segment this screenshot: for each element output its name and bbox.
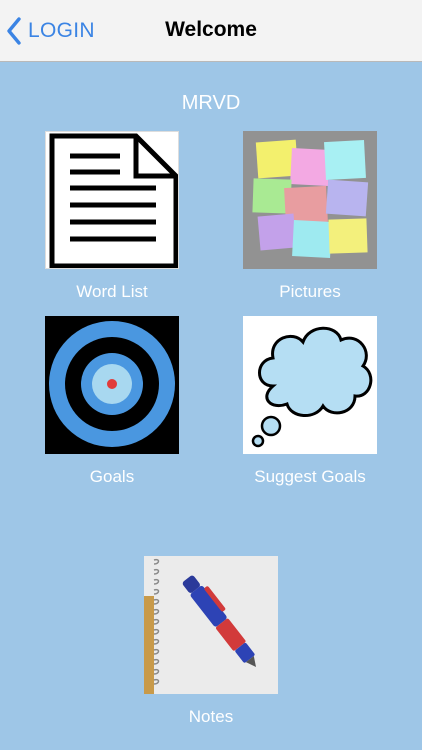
sticky-notes-icon (243, 131, 377, 269)
user-name: MRVD (181, 92, 241, 114)
target-icon (45, 316, 179, 454)
pictures-tile[interactable]: Pictures (243, 131, 377, 301)
thought-cloud-icon (243, 316, 377, 454)
word-list-label: Word List (76, 282, 148, 301)
goals-label: Goals (89, 467, 135, 486)
notebook-pen-icon (144, 556, 278, 694)
document-icon (45, 131, 179, 269)
pictures-label: Pictures (279, 282, 341, 301)
word-list-tile[interactable]: Word List (45, 131, 179, 301)
suggest-goals-tile[interactable]: Suggest Goals (243, 316, 377, 486)
page-title: Welcome (165, 18, 257, 41)
goals-tile[interactable]: Goals (45, 316, 179, 486)
navigation-bar: LOGIN Welcome (0, 0, 422, 62)
notes-label: Notes (188, 707, 234, 726)
notes-tile[interactable]: Notes (144, 556, 278, 728)
suggest-goals-label: Suggest Goals (254, 467, 366, 486)
